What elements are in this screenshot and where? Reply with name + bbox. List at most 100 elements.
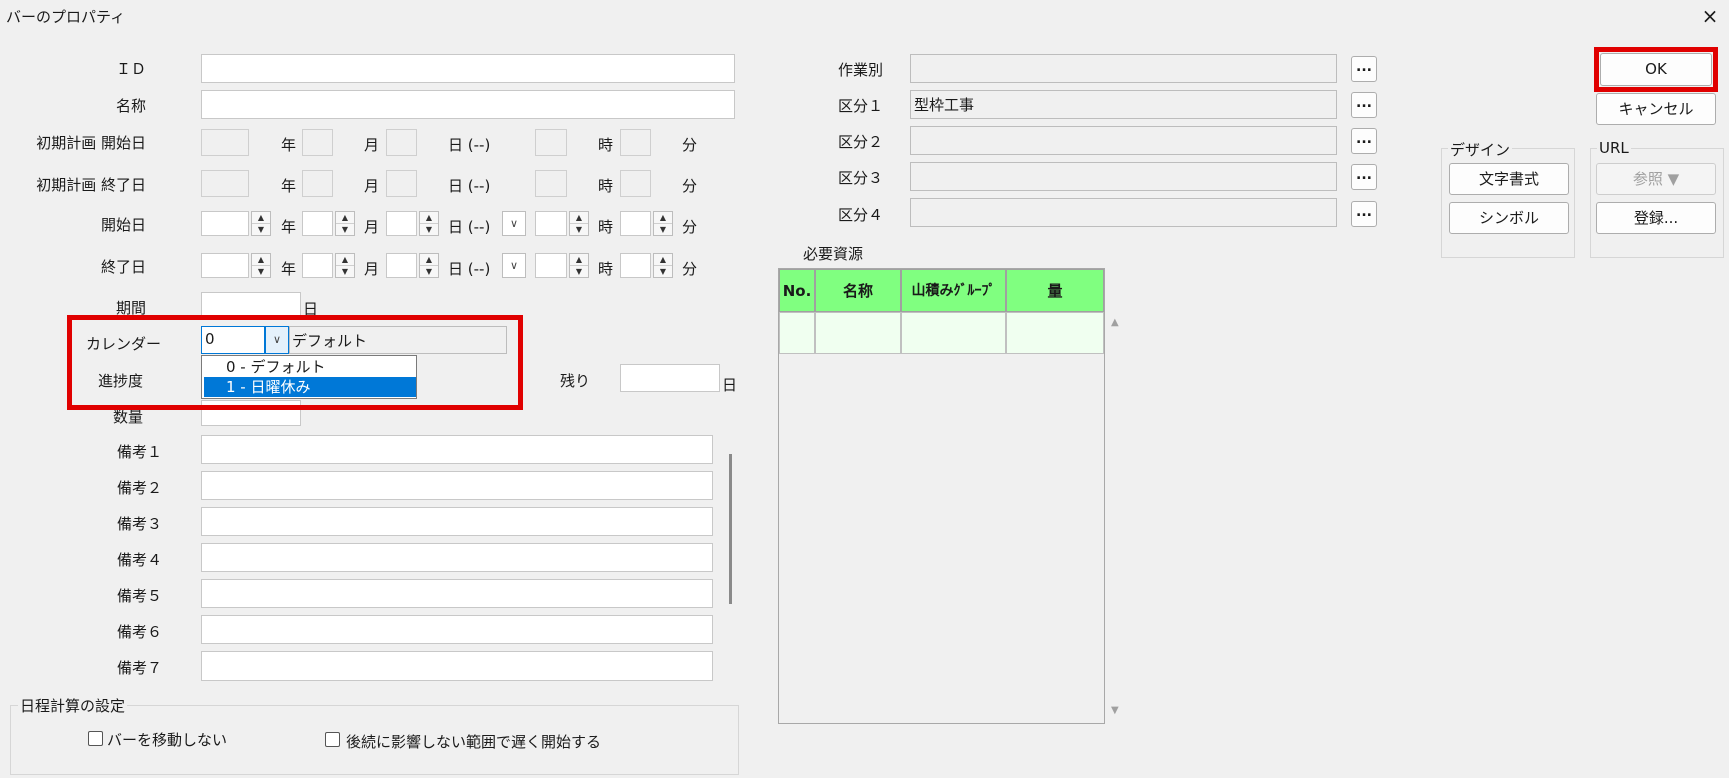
resources-label: 必要資源 — [803, 245, 864, 263]
plan-end-label: 初期計画 終了日 — [36, 176, 146, 194]
end-year-stepper[interactable]: ▲ ▼ — [251, 253, 271, 278]
spin-up-icon[interactable]: ▲ — [570, 212, 588, 224]
month-unit: 月 — [364, 177, 380, 195]
plan-end-month — [302, 170, 333, 197]
start-year-input[interactable] — [201, 211, 249, 236]
start-minute-stepper[interactable]: ▲ ▼ — [653, 211, 673, 236]
category-3-ellipsis-button[interactable]: ... — [1351, 164, 1377, 190]
category-2-label: 区分２ — [838, 133, 884, 151]
text-style-button[interactable]: 文字書式 — [1449, 163, 1569, 195]
register-button[interactable]: 登録... — [1596, 202, 1716, 234]
late-start-checkbox[interactable] — [325, 732, 340, 747]
scroll-down-icon[interactable]: ▼ — [1111, 705, 1119, 716]
note-7-input[interactable] — [201, 651, 713, 681]
start-hour-input[interactable] — [535, 211, 567, 236]
symbol-button[interactable]: シンボル — [1449, 202, 1569, 234]
hour-unit: 時 — [598, 218, 614, 236]
note-1-input[interactable] — [201, 435, 713, 464]
note-2-input[interactable] — [201, 471, 713, 500]
scroll-up-icon[interactable]: ▲ — [1111, 317, 1119, 328]
spin-down-icon[interactable]: ▼ — [336, 266, 354, 277]
category-1-ellipsis-button[interactable]: ... — [1351, 92, 1377, 118]
month-unit: 月 — [364, 218, 380, 236]
col-header-no: No. — [779, 269, 815, 312]
notes-scrollbar[interactable] — [729, 454, 732, 604]
spin-up-icon[interactable]: ▲ — [252, 212, 270, 224]
col-header-amount: 量 — [1006, 269, 1104, 312]
start-month-stepper[interactable]: ▲ ▼ — [335, 211, 355, 236]
plan-start-month — [302, 129, 333, 156]
hour-unit: 時 — [598, 136, 614, 154]
plan-end-year — [201, 170, 249, 197]
note-4-input[interactable] — [201, 543, 713, 572]
end-day-input[interactable] — [386, 253, 417, 278]
work-type-field — [910, 54, 1337, 83]
end-day-stepper[interactable]: ▲ ▼ — [419, 253, 439, 278]
start-year-stepper[interactable]: ▲ ▼ — [251, 211, 271, 236]
spin-down-icon[interactable]: ▼ — [570, 266, 588, 277]
note-2-label: 備考２ — [116, 479, 162, 497]
end-minute-input[interactable] — [620, 253, 651, 278]
end-year-input[interactable] — [201, 253, 249, 278]
spin-up-icon[interactable]: ▲ — [654, 212, 672, 224]
spin-down-icon[interactable]: ▼ — [570, 224, 588, 235]
end-month-input[interactable] — [302, 253, 333, 278]
category-4-ellipsis-button[interactable]: ... — [1351, 201, 1377, 227]
minute-unit: 分 — [682, 218, 698, 236]
end-hour-stepper[interactable]: ▲ ▼ — [569, 253, 589, 278]
schedule-settings-title: 日程計算の設定 — [18, 695, 128, 716]
table-cell-name[interactable] — [815, 312, 901, 354]
cancel-button[interactable]: キャンセル — [1596, 93, 1716, 125]
work-type-ellipsis-button[interactable]: ... — [1351, 56, 1377, 82]
close-icon[interactable]: × — [1696, 2, 1724, 30]
category-1-field: 型枠工事 — [910, 90, 1337, 119]
id-input[interactable] — [201, 54, 735, 83]
category-4-field — [910, 198, 1337, 227]
note-3-input[interactable] — [201, 507, 713, 536]
period-input[interactable] — [201, 292, 301, 317]
remaining-input[interactable] — [620, 364, 720, 392]
table-cell-no[interactable] — [779, 312, 815, 354]
spin-up-icon[interactable]: ▲ — [570, 254, 588, 266]
start-day-stepper[interactable]: ▲ ▼ — [419, 211, 439, 236]
spin-up-icon[interactable]: ▲ — [420, 254, 438, 266]
chevron-down-icon[interactable]: ∨ — [502, 253, 526, 278]
remaining-label: 残り — [560, 372, 591, 390]
spin-down-icon[interactable]: ▼ — [252, 224, 270, 235]
end-hour-input[interactable] — [535, 253, 567, 278]
spin-up-icon[interactable]: ▲ — [420, 212, 438, 224]
note-6-input[interactable] — [201, 615, 713, 644]
start-day-input[interactable] — [386, 211, 417, 236]
spin-up-icon[interactable]: ▲ — [336, 212, 354, 224]
start-hour-stepper[interactable]: ▲ ▼ — [569, 211, 589, 236]
table-cell-group[interactable] — [901, 312, 1006, 354]
spin-down-icon[interactable]: ▼ — [420, 266, 438, 277]
chevron-down-icon[interactable]: ∨ — [502, 211, 526, 236]
plan-start-day — [386, 129, 417, 156]
browse-button[interactable]: 参照 ▼ — [1596, 163, 1716, 195]
year-unit: 年 — [281, 177, 297, 195]
table-cell-amount[interactable] — [1006, 312, 1104, 354]
category-2-ellipsis-button[interactable]: ... — [1351, 128, 1377, 154]
window-title: バーのプロパティ — [6, 8, 126, 26]
calendar-highlight-box — [67, 315, 523, 410]
spin-down-icon[interactable]: ▼ — [252, 266, 270, 277]
start-month-input[interactable] — [302, 211, 333, 236]
spin-up-icon[interactable]: ▲ — [252, 254, 270, 266]
spin-down-icon[interactable]: ▼ — [336, 224, 354, 235]
end-minute-stepper[interactable]: ▲ ▼ — [653, 253, 673, 278]
end-month-stepper[interactable]: ▲ ▼ — [335, 253, 355, 278]
spin-down-icon[interactable]: ▼ — [654, 266, 672, 277]
note-1-label: 備考１ — [116, 443, 162, 461]
dont-move-checkbox[interactable] — [88, 731, 103, 746]
name-input[interactable] — [201, 90, 735, 119]
spin-down-icon[interactable]: ▼ — [654, 224, 672, 235]
plan-end-day — [386, 170, 417, 197]
plan-start-label: 初期計画 開始日 — [36, 134, 146, 152]
day-dow-unit: 日 (--) — [448, 177, 491, 195]
note-5-input[interactable] — [201, 579, 713, 608]
spin-up-icon[interactable]: ▲ — [336, 254, 354, 266]
start-minute-input[interactable] — [620, 211, 651, 236]
spin-down-icon[interactable]: ▼ — [420, 224, 438, 235]
spin-up-icon[interactable]: ▲ — [654, 254, 672, 266]
